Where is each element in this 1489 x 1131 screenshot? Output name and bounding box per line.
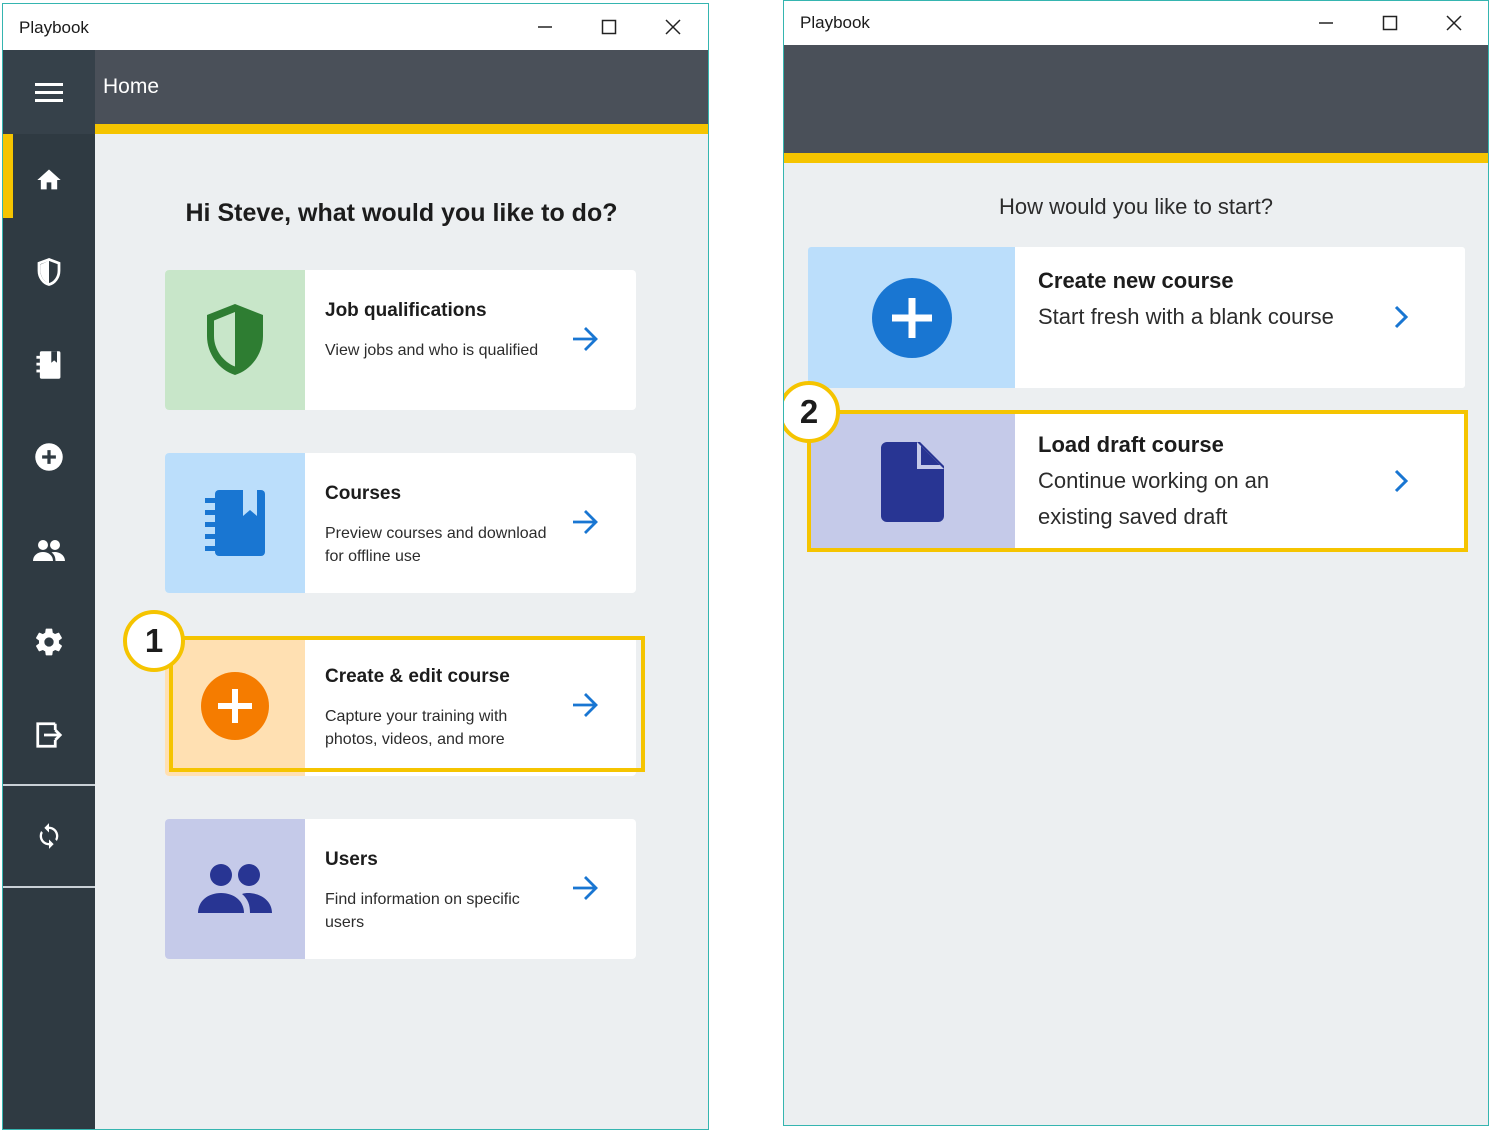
card-description: View jobs and who is qualified [325,342,539,359]
add-circle-icon [871,277,952,358]
close-button[interactable] [1422,1,1486,45]
highlight-frame [169,636,645,772]
chevron-right-icon [1394,305,1409,329]
minimize-button[interactable] [513,4,577,50]
maximize-icon [1382,15,1398,31]
window-title: Playbook [19,18,89,37]
card-description: Start fresh with a blank course [1038,304,1334,329]
book-icon [205,490,265,556]
card-title: Users [325,849,378,870]
sidebar-divider [3,886,95,888]
card-icon-box [808,247,1015,388]
accent-bar [784,153,1488,163]
sidebar-nav [3,134,95,1129]
playbook-window-create: Playbook How would you like to start? Cr… [783,0,1489,1126]
close-button[interactable] [641,4,705,50]
maximize-icon [601,19,617,35]
callout-badge: 1 [123,610,185,672]
card-users[interactable]: Users Find information on specific users [165,819,636,959]
add-circle-icon [35,443,63,471]
home-icon [37,169,61,190]
menu-button[interactable] [3,50,95,134]
nav-create-course[interactable] [3,411,95,503]
nav-courses[interactable] [3,319,95,411]
card-icon-box [165,453,305,593]
shield-icon [37,258,61,286]
card-create-new-course[interactable]: Create new course Start fresh with a bla… [808,247,1465,388]
card-title: Job qualifications [325,300,487,321]
maximize-button[interactable] [1358,1,1422,45]
highlight-frame [807,410,1468,552]
book-icon [36,351,61,379]
hamburger-icon [35,83,63,102]
nav-selected-indicator [3,134,13,218]
exit-icon [36,722,63,748]
title-bar: Playbook [784,1,1488,45]
sidebar-divider [3,784,95,786]
nav-home[interactable] [3,134,95,226]
gear-icon [36,628,62,656]
card-description: Find information on specific users [325,891,520,931]
maximize-button[interactable] [577,4,641,50]
card-job-qualifications[interactable]: Job qualifications View jobs and who is … [165,270,636,410]
nav-settings[interactable] [3,596,95,688]
page-title: Home [103,75,160,98]
close-icon [665,19,681,35]
minimize-button[interactable] [1294,1,1358,45]
card-icon-box [165,270,305,410]
window-title: Playbook [800,13,870,32]
title-bar: Playbook [3,4,708,50]
greeting-heading: Hi Steve, what would you like to do? [185,199,618,227]
nav-sign-out[interactable] [3,689,95,781]
minimize-icon [538,26,552,28]
arrow-right-icon [573,327,598,351]
users-icon [198,864,272,913]
card-title: Courses [325,483,402,504]
playbook-window-home: Playbook Home Hi Steve, what would you l… [2,3,709,1130]
accent-bar [95,124,708,134]
nav-job-qualifications[interactable] [3,226,95,318]
nav-users[interactable] [3,504,95,596]
app-header [784,45,1488,153]
card-icon-box [165,819,305,959]
card-title: Create new course [1038,268,1234,293]
shield-icon [207,304,263,375]
sync-icon [39,823,59,849]
card-description: Preview courses and download for offline… [325,525,547,565]
start-heading: How would you like to start? [999,194,1273,219]
minimize-icon [1319,22,1333,24]
arrow-right-icon [573,510,598,534]
card-courses[interactable]: Courses Preview courses and download for… [165,453,636,593]
app-header: Home [3,50,708,134]
users-icon [33,540,65,561]
nav-sync[interactable] [3,790,95,882]
close-icon [1446,15,1462,31]
arrow-right-icon [573,876,598,900]
